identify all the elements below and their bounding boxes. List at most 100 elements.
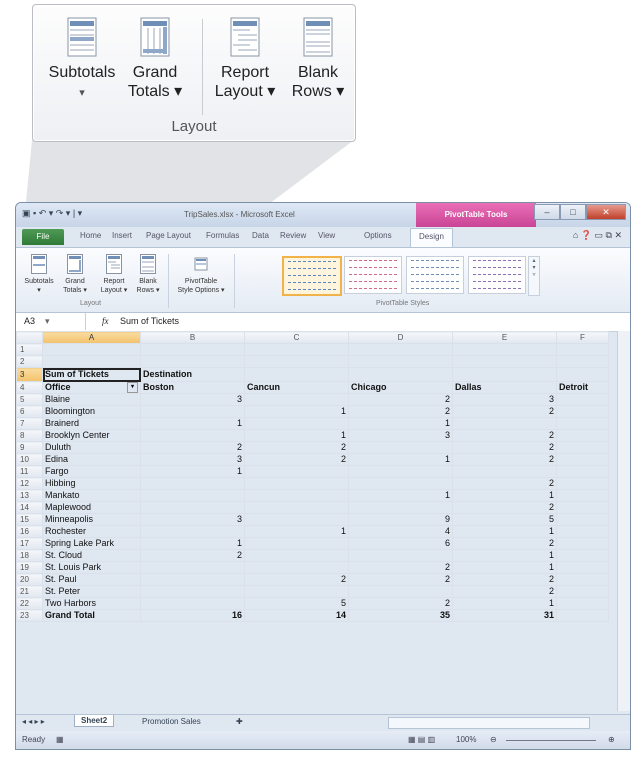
value-cell-cancun[interactable] <box>244 501 349 514</box>
pivot-style-swatch[interactable] <box>344 256 402 294</box>
value-cell-cancun[interactable]: 1 <box>244 405 349 418</box>
zoom-slider[interactable] <box>506 740 596 741</box>
value-cell-boston[interactable] <box>140 561 245 574</box>
cell[interactable] <box>42 355 141 368</box>
row-header[interactable]: 15 <box>16 513 43 526</box>
pivot-values-field[interactable]: Sum of Tickets <box>42 367 141 382</box>
cell[interactable] <box>244 355 349 368</box>
tab-options[interactable]: Options <box>364 231 392 240</box>
value-cell-boston[interactable] <box>140 597 245 610</box>
value-cell-boston[interactable]: 3 <box>140 393 245 406</box>
tab-formulas[interactable]: Formulas <box>206 231 239 240</box>
zoom-in-icon[interactable]: ⊕ <box>608 735 615 744</box>
row-header[interactable]: 7 <box>16 417 43 430</box>
value-cell-dallas[interactable]: 1 <box>452 525 557 538</box>
value-cell-boston[interactable] <box>140 585 245 598</box>
styles-gallery-scroll[interactable]: ▴ ▾ ▿ <box>528 256 540 296</box>
office-cell[interactable]: Spring Lake Park <box>42 537 141 550</box>
value-cell-cancun[interactable]: 2 <box>244 441 349 454</box>
value-cell-cancun[interactable] <box>244 489 349 502</box>
column-label-cancun[interactable]: Cancun <box>244 381 349 394</box>
value-cell-chicago[interactable] <box>348 549 453 562</box>
cell[interactable] <box>556 417 609 430</box>
value-cell-chicago[interactable]: 4 <box>348 525 453 538</box>
office-cell[interactable]: Two Harbors <box>42 597 141 610</box>
cell[interactable] <box>556 561 609 574</box>
total-cancun[interactable]: 14 <box>244 609 349 622</box>
value-cell-boston[interactable] <box>140 489 245 502</box>
row-header[interactable]: 3 <box>16 367 43 382</box>
macro-record-icon[interactable]: ▦ <box>56 735 64 744</box>
value-cell-boston[interactable] <box>140 501 245 514</box>
column-label-detroit[interactable]: Detroit <box>556 381 609 394</box>
column-header-b[interactable]: B <box>140 331 245 344</box>
value-cell-chicago[interactable] <box>348 465 453 478</box>
formula-input[interactable]: Sum of Tickets <box>120 316 179 326</box>
cell[interactable]: ▾ <box>244 367 349 382</box>
total-dallas[interactable]: 31 <box>452 609 557 622</box>
grand-totals-button[interactable]: Grand Totals ▾ <box>119 17 191 101</box>
value-cell-chicago[interactable]: 2 <box>348 573 453 586</box>
pivot-style-swatch[interactable] <box>282 256 342 296</box>
office-cell[interactable]: Blaine <box>42 393 141 406</box>
cell[interactable] <box>556 405 609 418</box>
value-cell-cancun[interactable]: 1 <box>244 429 349 442</box>
value-cell-chicago[interactable]: 2 <box>348 597 453 610</box>
cell[interactable] <box>244 343 349 356</box>
cell[interactable] <box>556 393 609 406</box>
name-box-dropdown-icon[interactable]: ▾ <box>45 316 50 326</box>
value-cell-dallas[interactable]: 2 <box>452 441 557 454</box>
value-cell-cancun[interactable] <box>244 477 349 490</box>
value-cell-dallas[interactable]: 2 <box>452 573 557 586</box>
cell[interactable] <box>140 343 245 356</box>
column-label-chicago[interactable]: Chicago <box>348 381 453 394</box>
tab-view[interactable]: View <box>318 231 335 240</box>
value-cell-dallas[interactable] <box>452 417 557 430</box>
office-cell[interactable]: St. Cloud <box>42 549 141 562</box>
pivot-column-field[interactable]: Destination <box>140 367 245 382</box>
filter-dropdown-icon[interactable]: ▾ <box>127 382 138 393</box>
value-cell-boston[interactable]: 2 <box>140 441 245 454</box>
row-header[interactable]: 2 <box>16 355 43 368</box>
column-header-d[interactable]: D <box>348 331 453 344</box>
row-header[interactable]: 16 <box>16 525 43 538</box>
office-cell[interactable]: Mankato <box>42 489 141 502</box>
office-cell[interactable]: St. Peter <box>42 585 141 598</box>
value-cell-boston[interactable] <box>140 405 245 418</box>
value-cell-boston[interactable]: 1 <box>140 537 245 550</box>
filter-dropdown-icon[interactable]: ▾ <box>245 370 246 381</box>
cell[interactable] <box>140 355 245 368</box>
value-cell-chicago[interactable]: 2 <box>348 405 453 418</box>
value-cell-cancun[interactable]: 2 <box>244 573 349 586</box>
value-cell-cancun[interactable] <box>244 561 349 574</box>
row-header[interactable]: 11 <box>16 465 43 478</box>
ribbon-blank-rows-button[interactable]: Blank Rows ▾ <box>132 254 164 295</box>
subtotals-button[interactable]: Subtotals ▾ <box>41 17 123 103</box>
zoom-level[interactable]: 100% <box>456 735 476 744</box>
cell[interactable] <box>556 597 609 610</box>
value-cell-chicago[interactable]: 1 <box>348 417 453 430</box>
row-header[interactable]: 21 <box>16 585 43 598</box>
cell[interactable] <box>556 513 609 526</box>
value-cell-chicago[interactable]: 3 <box>348 429 453 442</box>
value-cell-boston[interactable] <box>140 573 245 586</box>
maximize-icon[interactable]: □ <box>560 204 586 220</box>
cell[interactable] <box>556 573 609 586</box>
value-cell-dallas[interactable]: 2 <box>452 537 557 550</box>
vertical-scrollbar[interactable] <box>617 331 630 711</box>
row-header[interactable]: 10 <box>16 453 43 466</box>
office-cell[interactable]: St. Louis Park <box>42 561 141 574</box>
sheet-nav-arrows[interactable]: ◂ ◂ ▸ ▸ <box>22 717 45 726</box>
row-header[interactable]: 14 <box>16 501 43 514</box>
ribbon-grand-totals-button[interactable]: Grand Totals ▾ <box>58 254 92 295</box>
cell[interactable] <box>42 343 141 356</box>
insert-sheet-icon[interactable]: ✚ <box>236 717 243 726</box>
cell[interactable] <box>556 355 609 368</box>
cell[interactable] <box>452 355 557 368</box>
row-header[interactable]: 6 <box>16 405 43 418</box>
office-cell[interactable]: Brooklyn Center <box>42 429 141 442</box>
grand-total-label[interactable]: Grand Total <box>42 609 141 622</box>
pivot-style-swatch[interactable] <box>406 256 464 294</box>
tab-insert[interactable]: Insert <box>112 231 132 240</box>
total-boston[interactable]: 16 <box>140 609 245 622</box>
